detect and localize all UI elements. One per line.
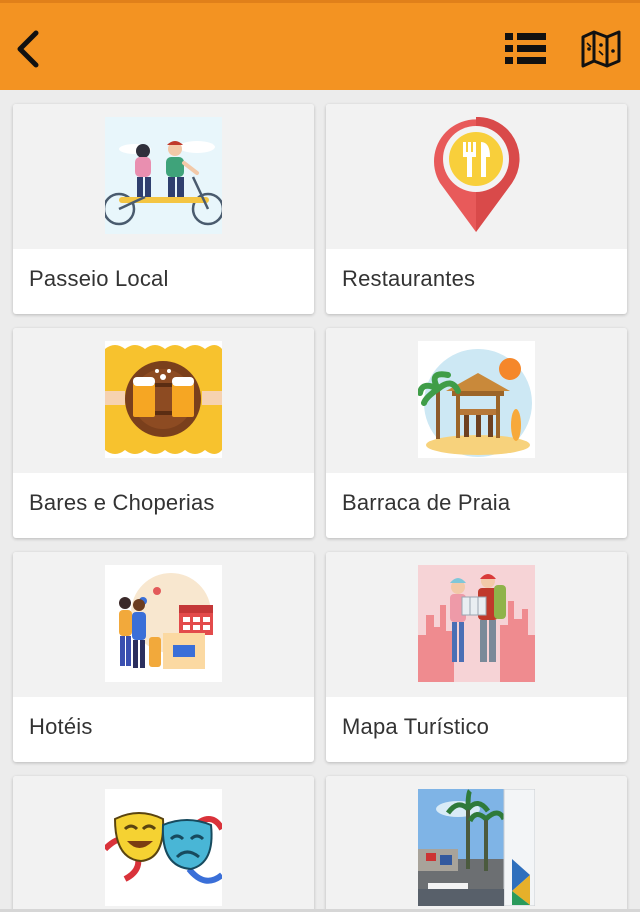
map-icon: [581, 30, 621, 68]
category-label: Mapa Turístico: [342, 714, 490, 739]
list-view-button[interactable]: [502, 29, 550, 69]
category-label: Barraca de Praia: [342, 490, 511, 515]
category-card-passeio-local[interactable]: Passeio Local: [13, 104, 314, 314]
tourists-map-illustration: [418, 565, 535, 682]
category-card-hoteis[interactable]: Hotéis: [13, 552, 314, 762]
card-image-area: [13, 104, 314, 249]
category-card-mapa-turistico[interactable]: Mapa Turístico: [326, 552, 627, 762]
card-image-area: [13, 552, 314, 697]
category-label: Bares e Choperias: [29, 490, 215, 515]
category-card-barraca-de-praia[interactable]: Barraca de Praia: [326, 328, 627, 538]
card-image-area: [13, 776, 314, 912]
category-label: Passeio Local: [29, 266, 169, 291]
restaurant-pin-illustration: [418, 117, 535, 234]
theater-masks-illustration: [105, 789, 222, 906]
beer-toast-illustration: [105, 341, 222, 458]
list-icon: [505, 33, 546, 64]
hotel-travelers-illustration: [105, 565, 222, 682]
category-label: Restaurantes: [342, 266, 476, 291]
street-sign-photo: [418, 789, 535, 906]
app-header: [0, 0, 640, 90]
card-image-area: [326, 776, 627, 912]
tandem-bicycle-illustration: [105, 117, 222, 234]
category-label: Hotéis: [29, 714, 93, 739]
card-image-area: [326, 552, 627, 697]
back-button[interactable]: [10, 25, 50, 73]
beach-hut-illustration: [418, 341, 535, 458]
category-card-bares-e-choperias[interactable]: Bares e Choperias: [13, 328, 314, 538]
map-view-button[interactable]: [580, 29, 622, 69]
category-card-restaurantes[interactable]: Restaurantes: [326, 104, 627, 314]
category-card-theater[interactable]: [13, 776, 314, 912]
card-image-area: [326, 328, 627, 473]
card-image-area: [13, 328, 314, 473]
chevron-left-icon: [17, 30, 39, 68]
card-image-area: [326, 104, 627, 249]
category-card-street[interactable]: [326, 776, 627, 912]
